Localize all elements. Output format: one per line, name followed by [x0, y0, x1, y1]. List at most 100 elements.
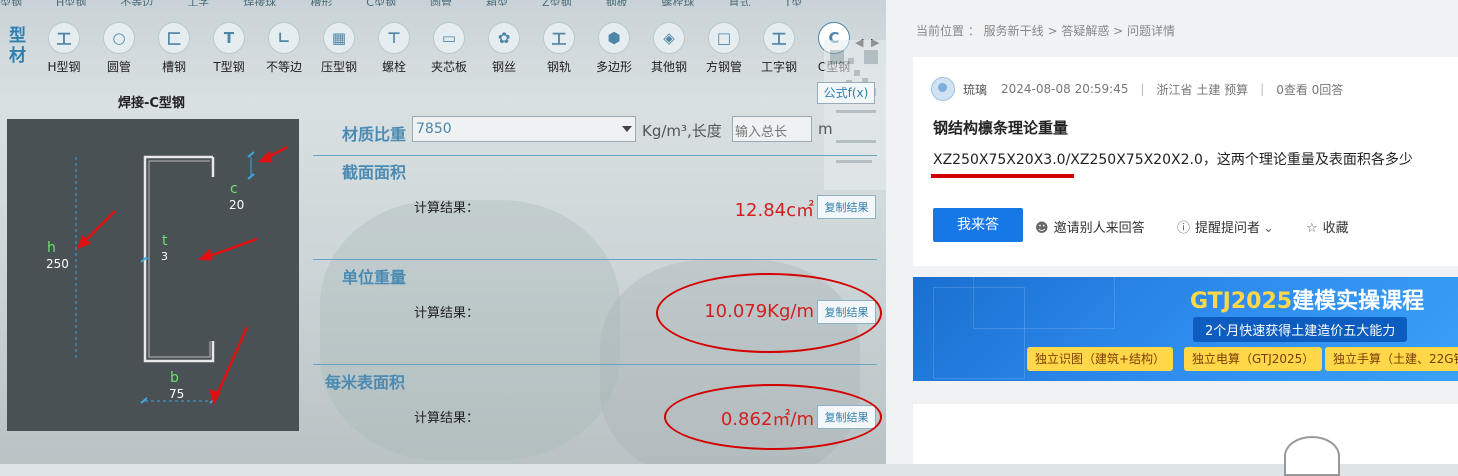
shape-button-sandwich-panel[interactable]: ▭ 夹芯板: [423, 20, 475, 75]
top-menu-item[interactable]: H型钢: [56, 0, 86, 6]
top-menu-item[interactable]: 型钢: [0, 0, 22, 6]
top-menu-item[interactable]: 圆管: [430, 0, 452, 6]
area-result: 12.84c㎡: [734, 200, 814, 221]
shape-label: H型钢: [47, 60, 81, 74]
copy-area-button[interactable]: 复制结果: [817, 195, 876, 219]
top-menu-item[interactable]: 焊接球: [243, 0, 276, 6]
calc-label: 计算结果：: [414, 411, 480, 426]
banner-title-suffix: 建模实操课程: [1292, 289, 1425, 314]
chevron-down-icon[interactable]: [622, 126, 632, 132]
top-menu-item[interactable]: 槽形: [310, 0, 332, 6]
top-menu: 型钢 H型钢 不等边 工字 焊接球 槽形 C型钢 圆管 箱型 Z型钢 钢板 螺栓球 直式 T型: [0, 0, 886, 6]
shape-button-other-steel[interactable]: ◈ 其他钢: [643, 20, 695, 75]
shape-button-channel[interactable]: 匚槽钢: [148, 20, 200, 75]
top-menu-item[interactable]: C型钢: [366, 0, 396, 6]
section-title-weight: 单位重量: [342, 268, 407, 287]
mascot-icon: [1284, 436, 1340, 476]
banner-pill[interactable]: 独立电算（GTJ2025）: [1184, 347, 1323, 371]
shape-label: 钢丝: [491, 60, 516, 74]
wire-icon: ✿: [488, 22, 520, 54]
shape-button-square-tube[interactable]: □ 方钢管: [698, 20, 750, 75]
shape-label: 螺栓: [381, 60, 406, 74]
formula-button[interactable]: 公式f(x): [817, 82, 875, 104]
dim-b-name: b: [170, 370, 179, 386]
red-highlight-ellipse: [656, 273, 882, 353]
shape-label: 不等边: [265, 60, 302, 74]
red-underline-annotation: [931, 174, 1074, 178]
qa-web-page: 当前位置 ： 服务新干线 > 答疑解惑 > 问题详情 琉璃 2024-08-08…: [886, 0, 1458, 476]
top-menu-item[interactable]: 直式: [729, 0, 751, 6]
breadcrumb: 当前位置 ： 服务新干线 > 答疑解惑 > 问题详情: [916, 24, 1175, 38]
banner-pill[interactable]: 独立识图（建筑+结构）: [1027, 347, 1174, 371]
top-menu-item[interactable]: 箱型: [486, 0, 508, 6]
other-steel-icon: ◈: [653, 22, 685, 54]
qr-code-image: [824, 40, 886, 190]
density-select[interactable]: 7850: [412, 116, 636, 142]
banner-subtitle: 2个月快速获得土建造价五大能力: [1193, 317, 1408, 342]
shape-button-i-beam[interactable]: 工工字钢: [753, 20, 805, 75]
avatar[interactable]: [931, 77, 955, 101]
divider: [313, 155, 877, 156]
question-body: XZ250X75X20X3.0/XZ250X75X20X2.0，这两个理论重量及…: [933, 152, 1413, 168]
shape-button-polygon[interactable]: ⬢ 多边形: [588, 20, 640, 75]
dim-c-name: c: [230, 181, 238, 197]
chevron-down-icon: ⌄: [1263, 221, 1274, 236]
i-beam-icon: 工: [763, 22, 795, 54]
shape-button-round-tube[interactable]: ○ 圆管: [93, 20, 145, 75]
post-stats: 0查看 0回答: [1276, 82, 1344, 97]
top-menu-item[interactable]: Z型钢: [542, 0, 572, 6]
shape-label: 圆管: [106, 60, 131, 74]
banner-decoration: [973, 277, 1115, 329]
calc-label: 计算结果：: [414, 306, 480, 321]
dim-t-value: 3: [161, 250, 168, 263]
separator: |: [1260, 82, 1265, 96]
question-card: 琉璃 2024-08-08 20:59:45 | 浙江省 土建 预算 | 0查看…: [913, 57, 1458, 266]
c-section-diagram: h 250 t 3 c 20 b 75: [7, 119, 299, 431]
banner-pill[interactable]: 独立手算（土建、22G钢: [1325, 347, 1458, 371]
question-title: 钢结构檩条理论重量: [933, 119, 1069, 137]
length-unit: m: [818, 120, 833, 138]
shape-button-t-beam[interactable]: T T型钢: [203, 20, 255, 75]
category-label: 型材: [9, 26, 26, 66]
user-name[interactable]: 琉璃: [963, 81, 987, 98]
top-menu-item[interactable]: 工字: [187, 0, 209, 6]
shape-label: 钢轨: [546, 60, 571, 74]
top-menu-item[interactable]: 钢板: [606, 0, 628, 6]
shape-button-profiled-sheet[interactable]: ▦ 压型钢: [313, 20, 365, 75]
separator: |: [1140, 82, 1145, 96]
course-banner[interactable]: GTJ2025建模实操课程 2个月快速获得土建造价五大能力 独立识图（建筑+结构…: [913, 277, 1458, 381]
round-tube-icon: ○: [103, 22, 135, 54]
top-menu-item[interactable]: 螺栓球: [662, 0, 695, 6]
rail-icon: 工: [543, 22, 575, 54]
length-input[interactable]: 输入总长: [732, 116, 812, 142]
shape-label: 工字钢: [760, 60, 797, 74]
post-location: 浙江省 土建 预算: [1156, 82, 1249, 97]
favorite-button[interactable]: ☆ 收藏: [1306, 217, 1349, 236]
banner-title-prefix: GTJ2025: [1190, 289, 1293, 314]
red-highlight-ellipse: [664, 384, 882, 450]
remind-asker-dropdown[interactable]: ⓘ 提醒提问者 ⌄: [1177, 217, 1274, 236]
divider: [313, 259, 877, 260]
shape-label: 压型钢: [320, 60, 357, 74]
calc-label: 计算结果：: [414, 201, 480, 216]
density-value: 7850: [416, 121, 452, 137]
question-meta: 琉璃 2024-08-08 20:59:45 | 浙江省 土建 预算 | 0查看…: [931, 77, 1343, 101]
top-menu-item[interactable]: 不等边: [120, 0, 153, 6]
top-menu-item[interactable]: T型: [785, 0, 803, 6]
shape-button-unequal-angle[interactable]: ∟ 不等边: [258, 20, 310, 75]
square-tube-icon: □: [708, 22, 740, 54]
shape-button-wire[interactable]: ✿ 钢丝: [478, 20, 530, 75]
answer-button[interactable]: 我来答: [933, 208, 1023, 242]
dim-c-value: 20: [229, 198, 245, 212]
bolt-icon: ⊤: [378, 22, 410, 54]
shape-button-h-beam[interactable]: 工 H型钢: [38, 20, 90, 75]
dim-h-name: h: [47, 240, 56, 256]
shape-button-rail[interactable]: 工钢轨: [533, 20, 585, 75]
info-icon: ⓘ: [1177, 221, 1191, 236]
invite-label: 邀请别人来回答: [1053, 221, 1145, 236]
density-label: 材质比重: [342, 125, 407, 144]
star-icon: ☆: [1306, 221, 1318, 236]
shape-button-bolt[interactable]: ⊤ 螺栓: [368, 20, 420, 75]
invite-answer-link[interactable]: ☻ 邀请别人来回答: [1035, 217, 1145, 236]
section-title-surface: 每米表面积: [325, 373, 406, 392]
